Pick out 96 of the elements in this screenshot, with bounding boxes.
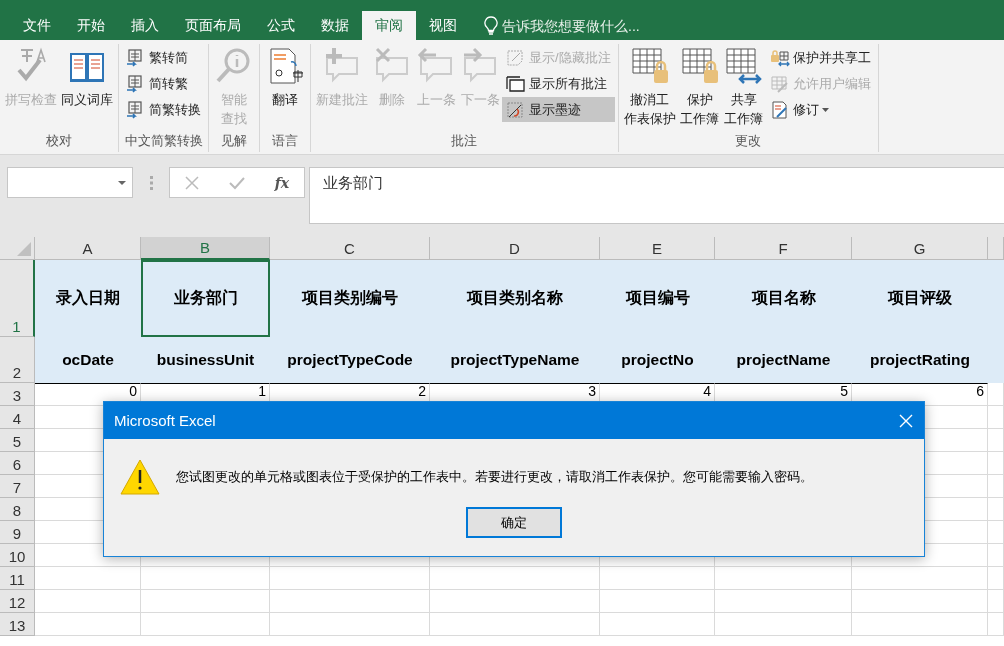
group-label: 校对: [45, 132, 73, 150]
empty-cell: [988, 521, 1004, 544]
tell-me-field[interactable]: 告诉我您想要做什么...: [502, 17, 652, 34]
ribbon-large-button[interactable]: 保护 工作簿: [677, 44, 722, 130]
check-icon[interactable]: [228, 175, 245, 190]
name-box[interactable]: [7, 167, 133, 198]
ink-icon: [506, 99, 526, 120]
comment-icon: [506, 73, 526, 94]
group-label: 语言: [271, 132, 299, 150]
column-header[interactable]: E: [600, 237, 715, 260]
row-header[interactable]: 7: [0, 475, 35, 498]
ribbon-tab[interactable]: 插入: [118, 11, 172, 40]
row-header[interactable]: 9: [0, 521, 35, 544]
row-header[interactable]: 3: [0, 383, 35, 406]
table-cell: projectName: [715, 337, 852, 383]
comment-icon: [506, 47, 526, 68]
caret-icon: [118, 180, 126, 185]
dialog-title: Microsoft Excel: [114, 412, 216, 429]
empty-cell: [988, 475, 1004, 498]
ribbon-tab[interactable]: 文件: [10, 11, 64, 40]
column-header[interactable]: G: [852, 237, 988, 260]
ribbon-large-button[interactable]: 翻译: [263, 44, 307, 111]
row-header[interactable]: 11: [0, 567, 35, 590]
ribbon-small-button[interactable]: 繁转简: [122, 45, 205, 70]
column-header[interactable]: B: [141, 237, 270, 260]
column-header[interactable]: C: [270, 237, 430, 260]
ribbon-small-button[interactable]: 简繁转换: [122, 97, 205, 122]
empty-cell: [988, 452, 1004, 475]
workbook-lock-icon: [679, 46, 720, 86]
row-header[interactable]: 12: [0, 590, 35, 613]
column-header[interactable]: A: [35, 237, 141, 260]
column-header[interactable]: D: [430, 237, 600, 260]
sheet-lock-icon: [629, 46, 670, 86]
workbook-share-icon: [723, 46, 764, 86]
group-label: 中文简繁转换: [123, 132, 204, 150]
formula-field[interactable]: 业务部门: [309, 167, 1004, 224]
table-cell: projectTypeName: [430, 337, 600, 383]
row-header[interactable]: 5: [0, 429, 35, 452]
group-label: 更改: [734, 132, 763, 150]
empty-cell: [988, 590, 1004, 613]
ribbon-small-button[interactable]: 修订: [765, 97, 875, 122]
insert-function-button[interactable]: fx: [274, 174, 290, 191]
table-cell: 项目类别名称: [430, 260, 600, 337]
column-header[interactable]: F: [715, 237, 852, 260]
column-header[interactable]: [988, 237, 1004, 260]
ribbon-large-button[interactable]: 同义词库: [59, 44, 115, 111]
grip-icon: [150, 176, 153, 190]
group-label: 见解: [220, 132, 248, 150]
table-cell: 录入日期: [35, 260, 141, 337]
ribbon-large-button[interactable]: 共享 工作簿: [721, 44, 766, 130]
table-cell: 业务部门: [141, 260, 270, 337]
group-label: 批注: [450, 132, 479, 150]
ribbon-small-button[interactable]: 保护并共享工: [765, 45, 875, 70]
ribbon-tab[interactable]: 开始: [64, 11, 118, 40]
lock-share-icon: [769, 47, 790, 68]
ribbon-small-button[interactable]: 显示所有批注: [502, 71, 615, 96]
row-header[interactable]: 13: [0, 613, 35, 636]
empty-cell: [988, 613, 1004, 636]
table-cell: 项目评级: [852, 260, 988, 337]
empty-cell: [988, 544, 1004, 567]
ribbon-large-button[interactable]: 撤消工 作表保护: [621, 44, 678, 130]
ribbon-tab[interactable]: 审阅: [362, 11, 416, 40]
table-cell: 项目类别编号: [270, 260, 430, 337]
select-all-button[interactable]: [0, 237, 35, 260]
close-icon[interactable]: [899, 413, 913, 428]
row-header[interactable]: 8: [0, 498, 35, 521]
table-cell: projectNo: [600, 337, 715, 383]
grid-pencil-icon: [769, 73, 790, 94]
ribbon-tab[interactable]: 公式: [254, 11, 308, 40]
ribbon-tab[interactable]: 数据: [308, 11, 362, 40]
document-pencil-icon: [769, 99, 790, 120]
dialog-message: 您试图更改的单元格或图表位于受保护的工作表中。若要进行更改，请取消工作表保护。您可能需要输入密码。: [176, 468, 813, 486]
ribbon-small-button[interactable]: 显示墨迹: [502, 97, 615, 122]
lightbulb-icon: [484, 15, 498, 36]
select-all-icon: [17, 242, 31, 256]
row-header[interactable]: 10: [0, 544, 35, 567]
warning-icon: [120, 459, 160, 495]
row-header[interactable]: 1: [0, 260, 35, 337]
ok-button[interactable]: 确定: [466, 507, 562, 538]
cancel-icon[interactable]: [184, 175, 199, 190]
ribbon-tab[interactable]: 视图: [416, 11, 470, 40]
table-cell: 项目名称: [715, 260, 852, 337]
empty-cell: [988, 567, 1004, 590]
ribbon-small-button[interactable]: 简转繁: [122, 71, 205, 96]
empty-cell: [988, 406, 1004, 429]
row-header[interactable]: 6: [0, 452, 35, 475]
ribbon-tab[interactable]: 页面布局: [172, 11, 254, 40]
empty-cell: [988, 429, 1004, 452]
table-cell: 项目编号: [600, 260, 715, 337]
table-cell: projectRating: [852, 337, 988, 383]
empty-cell: [988, 498, 1004, 521]
row-header[interactable]: 2: [0, 337, 35, 383]
table-cell: projectTypeCode: [270, 337, 430, 383]
table-cell: ocDate: [35, 337, 141, 383]
table-cell: businessUnit: [141, 337, 270, 383]
row-header[interactable]: 4: [0, 406, 35, 429]
